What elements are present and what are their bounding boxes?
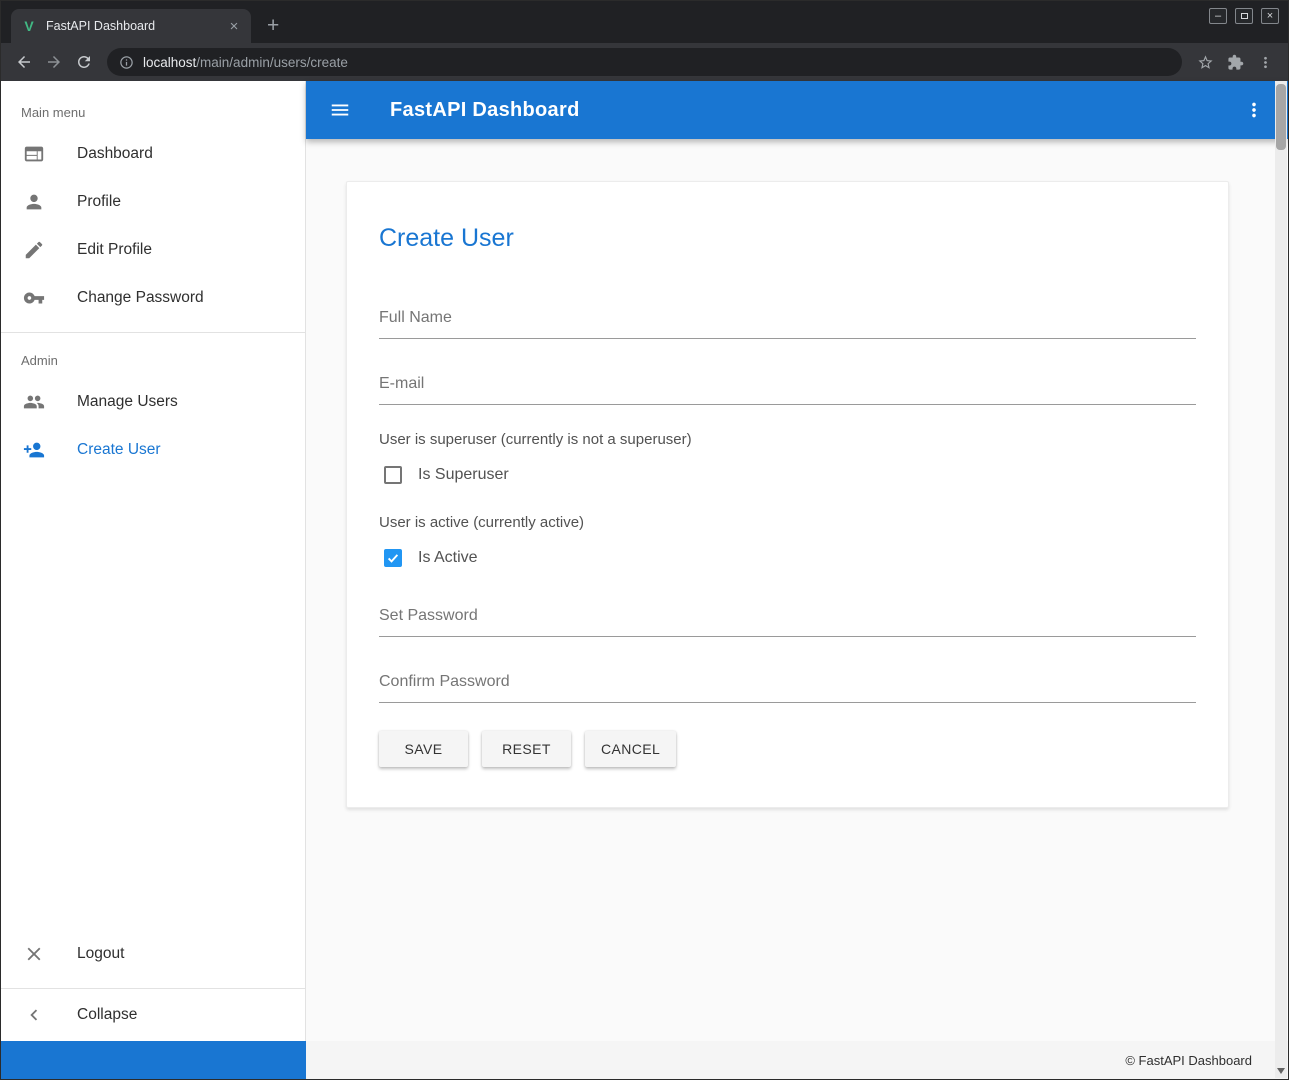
sidebar-item-label: Logout [77, 945, 124, 963]
email-field-wrap [379, 365, 1196, 405]
superuser-checkbox-row: Is Superuser [379, 466, 1196, 484]
new-tab-button[interactable]: + [267, 15, 279, 36]
sidebar-item-edit-profile[interactable]: Edit Profile [1, 226, 305, 274]
hamburger-menu-button[interactable] [320, 90, 360, 130]
tab-favicon-icon: V [21, 18, 37, 34]
address-bar[interactable]: localhost/main/admin/users/create [107, 48, 1182, 76]
vertical-scrollbar[interactable] [1275, 81, 1287, 1078]
appbar-title: FastAPI Dashboard [390, 99, 580, 122]
url-text: localhost/main/admin/users/create [143, 55, 348, 70]
page-title: Create User [379, 224, 1196, 253]
sidebar-item-logout[interactable]: Logout [1, 930, 305, 978]
app-bar: FastAPI Dashboard [306, 81, 1288, 139]
people-icon [23, 391, 45, 413]
chevron-left-icon [23, 1004, 45, 1026]
sidebar-spacer [1, 474, 305, 930]
sidebar-item-create-user[interactable]: Create User [1, 426, 305, 474]
sidebar-item-collapse[interactable]: Collapse [1, 989, 305, 1041]
email-input[interactable] [379, 365, 1196, 405]
person-icon [23, 191, 45, 213]
create-user-card: Create User User is superuser (currently… [346, 181, 1229, 808]
is-superuser-checkbox[interactable] [384, 466, 402, 484]
sidebar-item-profile[interactable]: Profile [1, 178, 305, 226]
browser-menu-button[interactable] [1250, 47, 1280, 77]
sidebar-item-change-password[interactable]: Change Password [1, 274, 305, 322]
confirm-password-input[interactable] [379, 663, 1196, 703]
bookmark-star-button[interactable] [1190, 47, 1220, 77]
hamburger-icon [329, 99, 351, 121]
tab-title: FastAPI Dashboard [46, 19, 225, 33]
kebab-menu-icon [1243, 99, 1265, 121]
set-password-field-wrap [379, 597, 1196, 637]
dashboard-icon [23, 143, 45, 165]
page-content: Create User User is superuser (currently… [306, 139, 1288, 1041]
active-checkbox-row: Is Active [379, 549, 1196, 567]
close-icon [23, 943, 45, 965]
sidebar-item-label: Collapse [77, 1006, 137, 1024]
sidebar-item-label: Create User [77, 441, 161, 459]
bottom-bar: © FastAPI Dashboard [1, 1041, 1288, 1079]
maximize-icon [1241, 13, 1248, 19]
close-window-button[interactable]: × [1261, 8, 1279, 24]
extension-icon [1227, 54, 1244, 71]
confirm-password-field-wrap [379, 663, 1196, 703]
minimize-button[interactable]: – [1209, 8, 1227, 24]
sidebar-divider [1, 332, 305, 333]
sidebar-item-label: Profile [77, 193, 121, 211]
reload-button[interactable] [69, 47, 99, 77]
full-name-field-wrap [379, 299, 1196, 339]
tab-close-icon[interactable]: × [225, 17, 243, 35]
sidebar-item-manage-users[interactable]: Manage Users [1, 378, 305, 426]
reset-button[interactable]: RESET [482, 731, 571, 767]
copyright-text: © FastAPI Dashboard [1125, 1053, 1252, 1068]
pencil-icon [23, 239, 45, 261]
sidebar-item-label: Manage Users [77, 393, 178, 411]
person-add-icon [23, 439, 45, 461]
page-info-icon[interactable] [119, 55, 134, 70]
extension-button[interactable] [1220, 47, 1250, 77]
url-host: localhost [143, 55, 196, 70]
is-active-label[interactable]: Is Active [418, 549, 478, 567]
is-superuser-label[interactable]: Is Superuser [418, 466, 509, 484]
full-name-input[interactable] [379, 299, 1196, 339]
sidebar: Main menu Dashboard Profile Edit Profile [1, 81, 306, 1041]
key-icon [23, 287, 45, 309]
sidebar-item-label: Change Password [77, 289, 204, 307]
star-icon [1197, 54, 1214, 71]
browser-tab[interactable]: V FastAPI Dashboard × [11, 9, 251, 43]
maximize-button[interactable] [1235, 8, 1253, 24]
forward-arrow-icon [45, 53, 63, 71]
appbar-menu-button[interactable] [1234, 90, 1274, 130]
sidebar-item-dashboard[interactable]: Dashboard [1, 130, 305, 178]
back-button[interactable] [9, 47, 39, 77]
kebab-menu-icon [1257, 54, 1274, 71]
superuser-hint: User is superuser (currently is not a su… [379, 431, 1196, 448]
forward-button[interactable] [39, 47, 69, 77]
page-footer: © FastAPI Dashboard [306, 1041, 1288, 1079]
reload-icon [75, 53, 93, 71]
sidebar-item-label: Edit Profile [77, 241, 152, 259]
browser-window: V FastAPI Dashboard × + – × localhost/ma… [0, 0, 1289, 1080]
sidebar-section-admin: Admin [1, 343, 305, 378]
window-controls: – × [1209, 8, 1279, 24]
sidebar-section-main-menu: Main menu [1, 81, 305, 130]
scrollbar-down-arrow[interactable] [1277, 1068, 1285, 1074]
set-password-input[interactable] [379, 597, 1196, 637]
scrollbar-thumb[interactable] [1276, 84, 1286, 150]
form-buttons: SAVE RESET CANCEL [379, 731, 1196, 767]
active-hint: User is active (currently active) [379, 514, 1196, 531]
checkmark-icon [386, 551, 400, 565]
save-button[interactable]: SAVE [379, 731, 468, 767]
sidebar-item-label: Dashboard [77, 145, 153, 163]
browser-toolbar: localhost/main/admin/users/create [1, 43, 1288, 81]
main-column: FastAPI Dashboard Create User User is su… [306, 81, 1288, 1041]
back-arrow-icon [15, 53, 33, 71]
url-path: /main/admin/users/create [196, 55, 348, 70]
footer-accent [1, 1041, 306, 1079]
browser-titlebar: V FastAPI Dashboard × + – × [1, 1, 1288, 43]
cancel-button[interactable]: CANCEL [585, 731, 676, 767]
is-active-checkbox[interactable] [384, 549, 402, 567]
app-area: Main menu Dashboard Profile Edit Profile [1, 81, 1288, 1041]
